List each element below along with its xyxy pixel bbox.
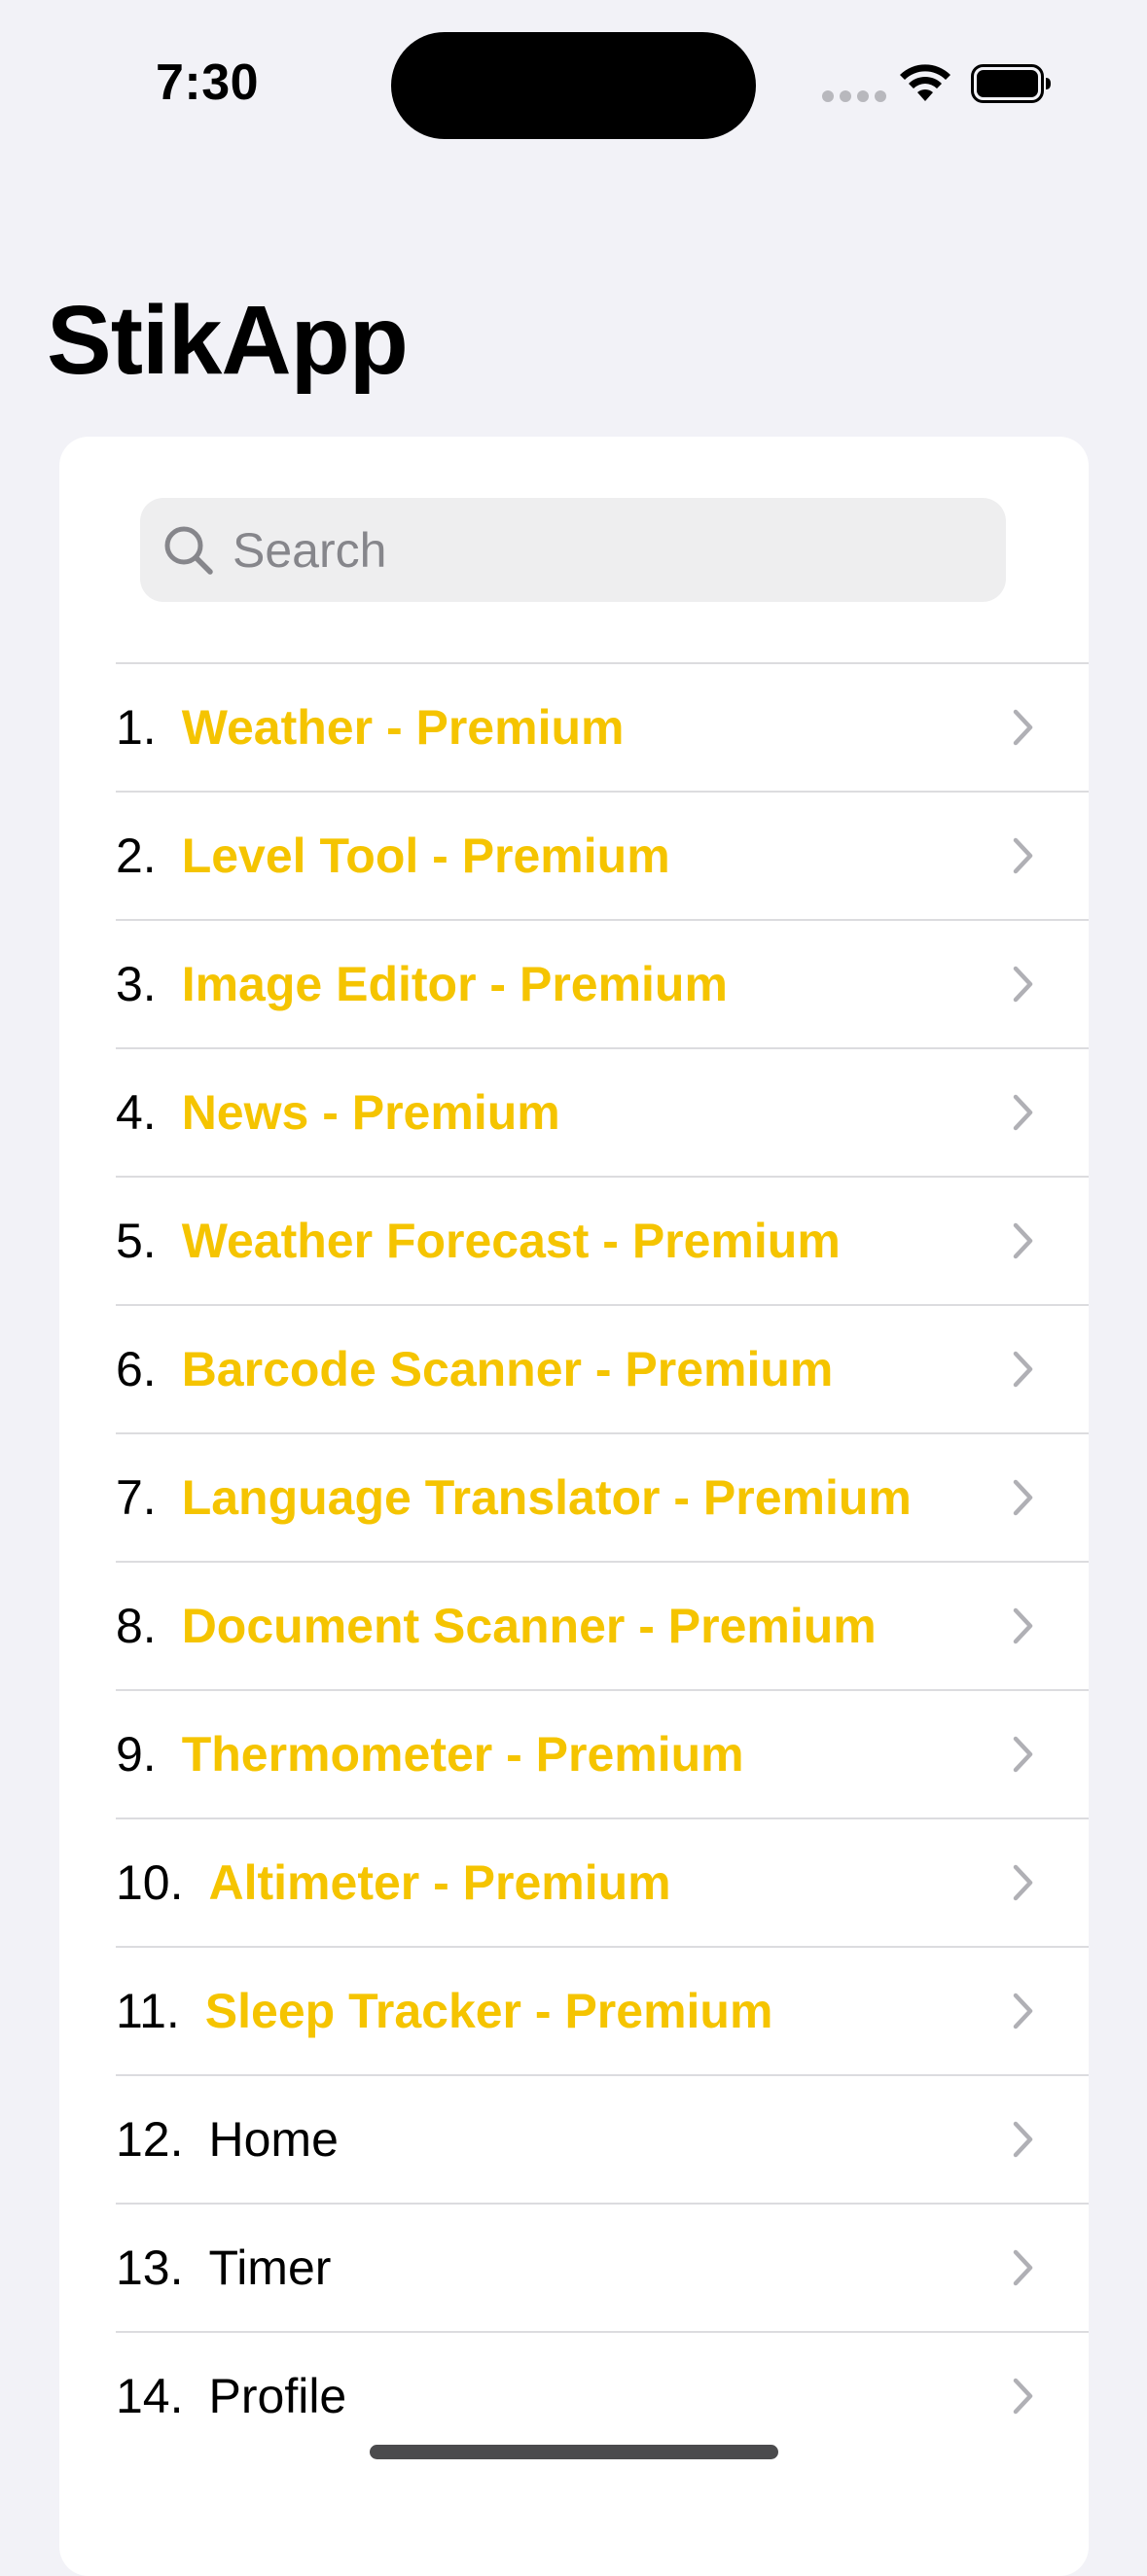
list-item-label: Timer bbox=[208, 2241, 332, 2295]
battery-icon bbox=[971, 64, 1051, 103]
list-item-number: 9. bbox=[116, 1727, 157, 1782]
list-item-number: 13. bbox=[116, 2241, 184, 2295]
list-item[interactable]: 11. Sleep Tracker - Premium bbox=[116, 1946, 1089, 2074]
list-item[interactable]: 1. Weather - Premium bbox=[116, 662, 1089, 791]
chevron-right-icon bbox=[1013, 2378, 1033, 2415]
list-item[interactable]: 5. Weather Forecast - Premium bbox=[116, 1176, 1089, 1304]
list-item[interactable]: 2. Level Tool - Premium bbox=[116, 791, 1089, 919]
status-time: 7:30 bbox=[156, 54, 260, 111]
chevron-right-icon bbox=[1013, 2249, 1033, 2286]
list-item-number: 6. bbox=[116, 1342, 157, 1396]
list-item[interactable]: 13. Timer bbox=[116, 2203, 1089, 2331]
list-item-number: 10. bbox=[116, 1855, 184, 1910]
list-item-label: Document Scanner - Premium bbox=[181, 1599, 877, 1653]
search-input[interactable] bbox=[233, 498, 991, 602]
page-title: StikApp bbox=[47, 286, 409, 395]
chevron-right-icon bbox=[1013, 2121, 1033, 2158]
list-item[interactable]: 10. Altimeter - Premium bbox=[116, 1817, 1089, 1946]
search-bar[interactable] bbox=[140, 498, 1006, 602]
home-indicator[interactable] bbox=[370, 2445, 778, 2459]
list-item-label: Barcode Scanner - Premium bbox=[181, 1342, 834, 1396]
list-item-number: 14. bbox=[116, 2369, 184, 2423]
list-item-label: Thermometer - Premium bbox=[181, 1727, 744, 1782]
chevron-right-icon bbox=[1013, 1607, 1033, 1644]
list-item-label: Weather Forecast - Premium bbox=[181, 1214, 841, 1268]
list-item-label: Weather - Premium bbox=[181, 700, 625, 755]
cellular-signal-icon bbox=[822, 90, 886, 102]
list-item-label: Sleep Tracker - Premium bbox=[204, 1984, 773, 2038]
chevron-right-icon bbox=[1013, 1222, 1033, 1259]
chevron-right-icon bbox=[1013, 966, 1033, 1003]
list-card: 1. Weather - Premium 2. Level Tool - Premiu… bbox=[59, 437, 1089, 2576]
list-item[interactable]: 8. Document Scanner - Premium bbox=[116, 1561, 1089, 1689]
search-icon bbox=[164, 526, 213, 575]
list-item-label: Altimeter - Premium bbox=[208, 1855, 671, 1910]
status-bar: 7:30 bbox=[0, 0, 1147, 165]
chevron-right-icon bbox=[1013, 709, 1033, 746]
chevron-right-icon bbox=[1013, 1351, 1033, 1388]
list-item[interactable]: 3. Image Editor - Premium bbox=[116, 919, 1089, 1047]
chevron-right-icon bbox=[1013, 1736, 1033, 1773]
list-item-number: 1. bbox=[116, 700, 157, 755]
list-item[interactable]: 12. Home bbox=[116, 2074, 1089, 2203]
list-item-label: Home bbox=[208, 2112, 339, 2167]
chevron-right-icon bbox=[1013, 1864, 1033, 1901]
list-item-number: 2. bbox=[116, 829, 157, 883]
list-item-number: 8. bbox=[116, 1599, 157, 1653]
list-item-label: Language Translator - Premium bbox=[181, 1470, 912, 1525]
list-item[interactable]: 7. Language Translator - Premium bbox=[116, 1432, 1089, 1561]
list-item-label: Level Tool - Premium bbox=[181, 829, 670, 883]
item-list: 1. Weather - Premium 2. Level Tool - Premiu… bbox=[116, 662, 1089, 2459]
list-item-label: Image Editor - Premium bbox=[181, 957, 728, 1011]
wifi-icon bbox=[900, 64, 950, 101]
list-item[interactable]: 6. Barcode Scanner - Premium bbox=[116, 1304, 1089, 1432]
list-item-label: News - Premium bbox=[181, 1085, 560, 1140]
list-item-number: 11. bbox=[116, 1984, 180, 2038]
chevron-right-icon bbox=[1013, 1993, 1033, 2029]
chevron-right-icon bbox=[1013, 837, 1033, 874]
chevron-right-icon bbox=[1013, 1479, 1033, 1516]
chevron-right-icon bbox=[1013, 1094, 1033, 1131]
list-item-number: 7. bbox=[116, 1470, 157, 1525]
dynamic-island bbox=[391, 32, 756, 139]
list-item-number: 12. bbox=[116, 2112, 184, 2167]
list-item[interactable]: 4. News - Premium bbox=[116, 1047, 1089, 1176]
list-item-number: 3. bbox=[116, 957, 157, 1011]
list-item[interactable]: 14. Profile bbox=[116, 2331, 1089, 2459]
list-item[interactable]: 9. Thermometer - Premium bbox=[116, 1689, 1089, 1817]
list-item-number: 5. bbox=[116, 1214, 157, 1268]
list-item-label: Profile bbox=[208, 2369, 347, 2423]
list-item-number: 4. bbox=[116, 1085, 157, 1140]
